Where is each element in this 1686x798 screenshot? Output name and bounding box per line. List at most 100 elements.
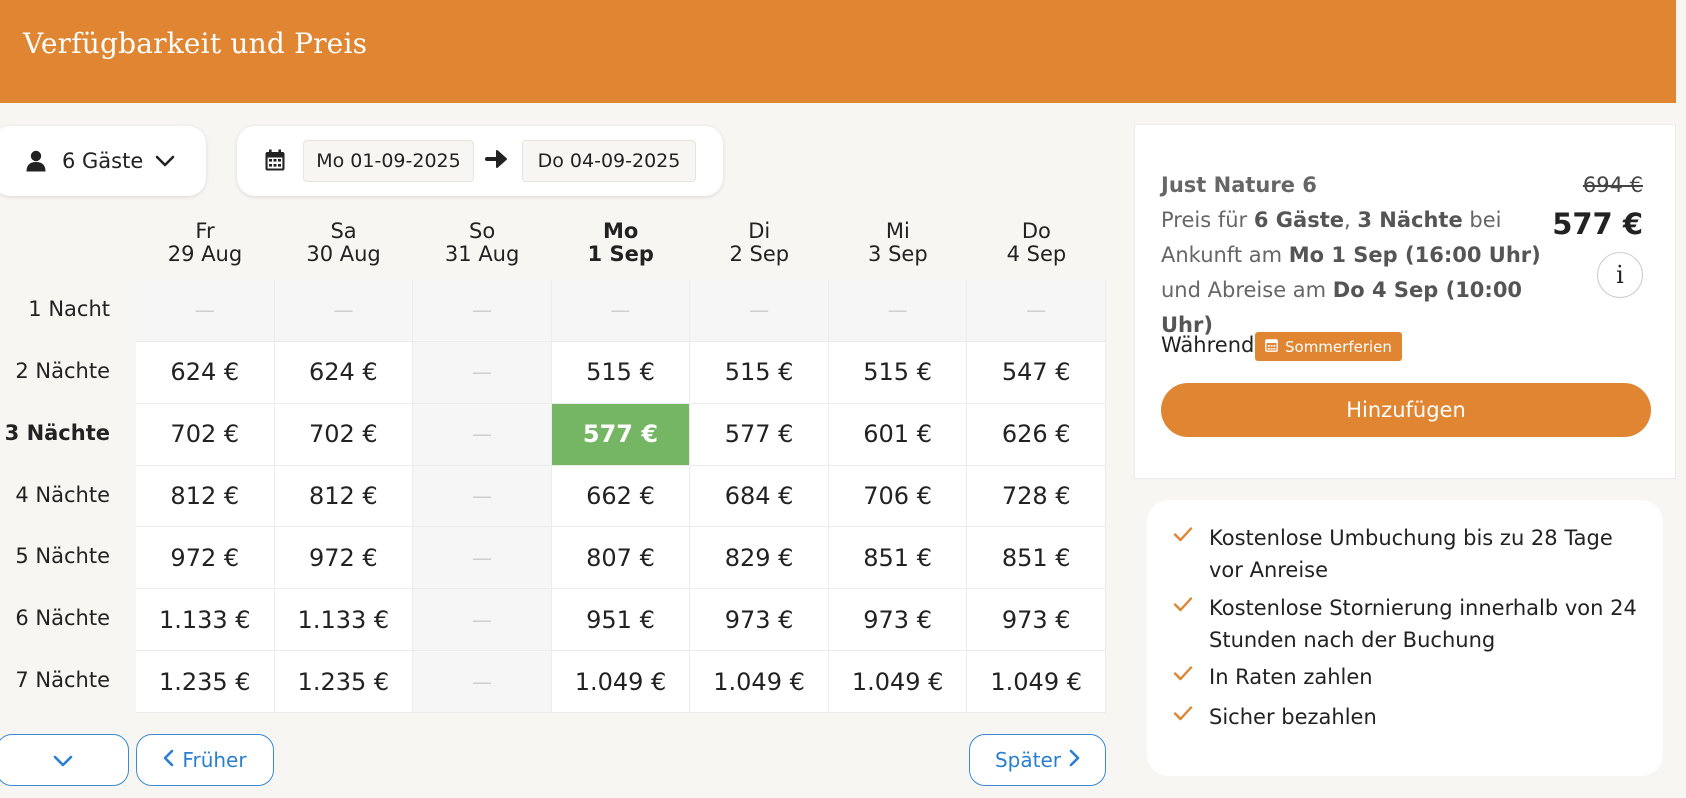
feature-item: Sicher bezahlen (1173, 701, 1643, 733)
price-cell-unavailable: — (967, 280, 1106, 342)
price-cell[interactable]: 973 € (828, 589, 968, 652)
price-cell[interactable]: 626 € (967, 403, 1106, 466)
price-cell-unavailable: — (136, 280, 275, 342)
check-icon (1173, 526, 1195, 546)
price-cell[interactable]: 1.049 € (967, 651, 1106, 713)
price-cell-unavailable: — (413, 465, 552, 528)
add-button[interactable]: Hinzufügen (1161, 383, 1651, 437)
calendar-icon (1265, 338, 1278, 356)
features-card: Kostenlose Umbuchung bis zu 28 Tage vor … (1147, 500, 1663, 776)
price-cell[interactable]: 662 € (551, 465, 691, 528)
price-cell[interactable]: 1.049 € (551, 651, 691, 713)
day-date: 1 Sep (587, 242, 654, 266)
day-header: Fr 29 Aug (136, 220, 274, 266)
info-icon: i (1616, 261, 1624, 289)
guest-count: 6 Gäste (1253, 208, 1344, 232)
price-cell[interactable]: 624 € (274, 341, 414, 404)
check-icon (1173, 665, 1195, 685)
day-date: 30 Aug (306, 242, 381, 266)
price-cell-unavailable: — (828, 280, 968, 342)
guests-dropdown[interactable]: 6 Gäste (0, 126, 206, 196)
price-cell[interactable]: 851 € (828, 527, 968, 590)
price-cell[interactable]: 702 € (136, 403, 275, 466)
arrival-time: Mo 1 Sep (16:00 Uhr) (1288, 243, 1541, 267)
price-cell[interactable]: 851 € (967, 527, 1106, 590)
feature-text: Kostenlose Stornierung innerhalb von 24 … (1209, 596, 1637, 652)
price-cell[interactable]: 1.049 € (828, 651, 968, 713)
feature-text: In Raten zahlen (1209, 665, 1373, 689)
price-cell[interactable]: 577 € (690, 403, 829, 466)
price-cell[interactable]: 601 € (828, 403, 968, 466)
feature-item: Kostenlose Stornierung innerhalb von 24 … (1173, 592, 1643, 656)
price-cell[interactable]: 515 € (551, 341, 691, 404)
arrival-date-field[interactable]: Mo 01-09-2025 (303, 140, 474, 182)
price-cell-unavailable: — (551, 280, 691, 342)
price-cell[interactable]: 972 € (274, 527, 414, 590)
nights-label: 1 Nacht (28, 297, 110, 321)
price-cell[interactable]: 1.235 € (274, 651, 414, 713)
day-header: So 31 Aug (413, 220, 551, 266)
price-cell[interactable]: 706 € (828, 465, 968, 528)
night-count: 3 Nächte (1357, 208, 1463, 232)
check-icon (1173, 705, 1195, 725)
price-cell-unavailable: — (413, 527, 552, 590)
price-cell-unavailable: — (690, 280, 829, 342)
calendar-icon (265, 149, 287, 173)
price-cell[interactable]: 812 € (274, 465, 414, 528)
day-date: 4 Sep (1006, 242, 1067, 266)
day-weekday: So (469, 219, 496, 243)
day-weekday: Mi (885, 219, 910, 243)
day-header: Do 4 Sep (967, 220, 1105, 266)
departure-date-field[interactable]: Do 04-09-2025 (522, 140, 696, 182)
price-cell[interactable]: 1.133 € (136, 589, 275, 652)
price-grid: — — — — — — —624 €624 € —515 €515 €515 €547 €70… (136, 280, 1106, 713)
price-description: Preis für 6 Gäste, 3 Nächte bei Ankunft … (1161, 208, 1541, 337)
feature-text: Kostenlose Umbuchung bis zu 28 Tage vor … (1209, 526, 1613, 582)
price-cell-unavailable: — (274, 280, 414, 342)
price-cell[interactable]: 515 € (690, 341, 829, 404)
expand-rows-button[interactable] (0, 734, 129, 786)
chevron-down-icon (155, 154, 177, 168)
price-cell-selected[interactable]: 577 € (551, 403, 691, 466)
price-cell[interactable]: 624 € (136, 341, 275, 404)
price-cell[interactable]: 812 € (136, 465, 275, 528)
price-cell[interactable]: 973 € (690, 589, 829, 652)
price-cell[interactable]: 547 € (967, 341, 1106, 404)
price-cell[interactable]: 807 € (551, 527, 691, 590)
during-label: Während (1161, 333, 1255, 357)
price-cell[interactable]: 728 € (967, 465, 1106, 528)
season-badge: Sommerferien (1255, 332, 1402, 361)
price-cell[interactable]: 702 € (274, 403, 414, 466)
page-title: Verfügbarkeit und Preis (23, 27, 368, 60)
guests-label: 6 Gäste (62, 149, 144, 173)
chevron-right-icon (1069, 748, 1080, 772)
price-cell[interactable]: 951 € (551, 589, 691, 652)
page-header: Verfügbarkeit und Preis (0, 0, 1676, 103)
price-cell[interactable]: 829 € (690, 527, 829, 590)
later-button[interactable]: Später (969, 734, 1106, 786)
old-price: 694 € (1582, 173, 1643, 197)
price-cell[interactable]: 515 € (828, 341, 968, 404)
price-cell-unavailable: — (413, 341, 552, 404)
price-cell-unavailable: — (413, 280, 552, 342)
feature-text: Sicher bezahlen (1209, 705, 1377, 729)
price-cell[interactable]: 684 € (690, 465, 829, 528)
price-cell[interactable]: 1.133 € (274, 589, 414, 652)
price-cell[interactable]: 1.049 € (690, 651, 829, 713)
nights-label: 3 Nächte (4, 420, 110, 445)
price-cell[interactable]: 1.235 € (136, 651, 275, 713)
nights-label: 2 Nächte (15, 358, 110, 383)
day-date: 29 Aug (167, 242, 243, 266)
nights-label: 6 Nächte (15, 606, 110, 631)
day-header: Mo 1 Sep (552, 220, 690, 266)
day-header: Mi 3 Sep (829, 220, 967, 266)
nights-label: 5 Nächte (15, 544, 110, 569)
day-weekday: Mo (603, 219, 639, 243)
price-cell[interactable]: 973 € (967, 589, 1106, 652)
price-cell-unavailable: — (413, 403, 552, 466)
info-button[interactable]: i (1597, 252, 1643, 298)
price-cell[interactable]: 972 € (136, 527, 275, 590)
feature-item: In Raten zahlen (1173, 661, 1643, 693)
earlier-button[interactable]: Früher (136, 734, 274, 786)
accommodation-name: Just Nature 6 (1161, 173, 1317, 197)
